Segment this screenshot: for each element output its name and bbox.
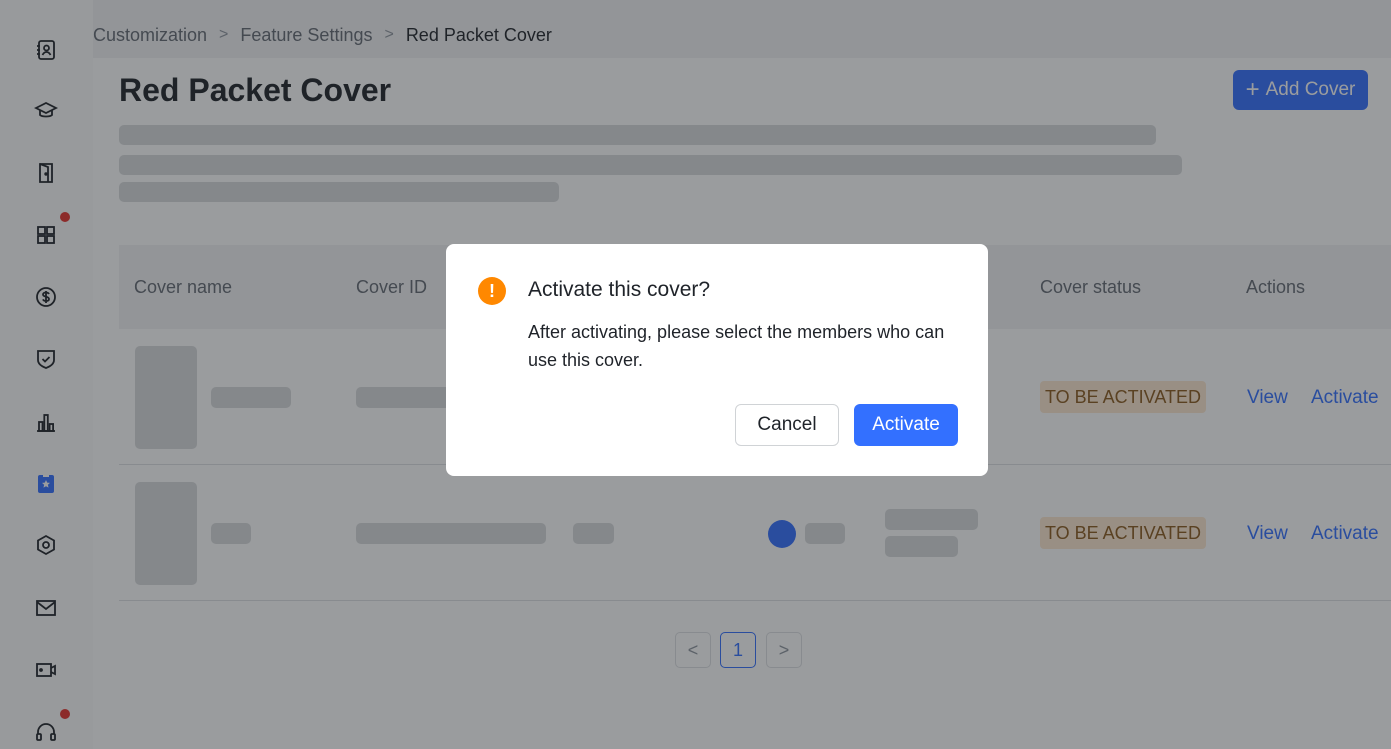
cancel-button[interactable]: Cancel: [735, 404, 839, 446]
activate-dialog: ! Activate this cover? After activating,…: [446, 244, 988, 476]
dialog-body: After activating, please select the memb…: [528, 322, 945, 370]
activate-button[interactable]: Activate: [854, 404, 958, 446]
dialog-title: Activate this cover?: [528, 278, 711, 301]
app-root: Customization > Feature Settings > Red P…: [0, 0, 1391, 749]
warning-icon: !: [478, 277, 506, 305]
